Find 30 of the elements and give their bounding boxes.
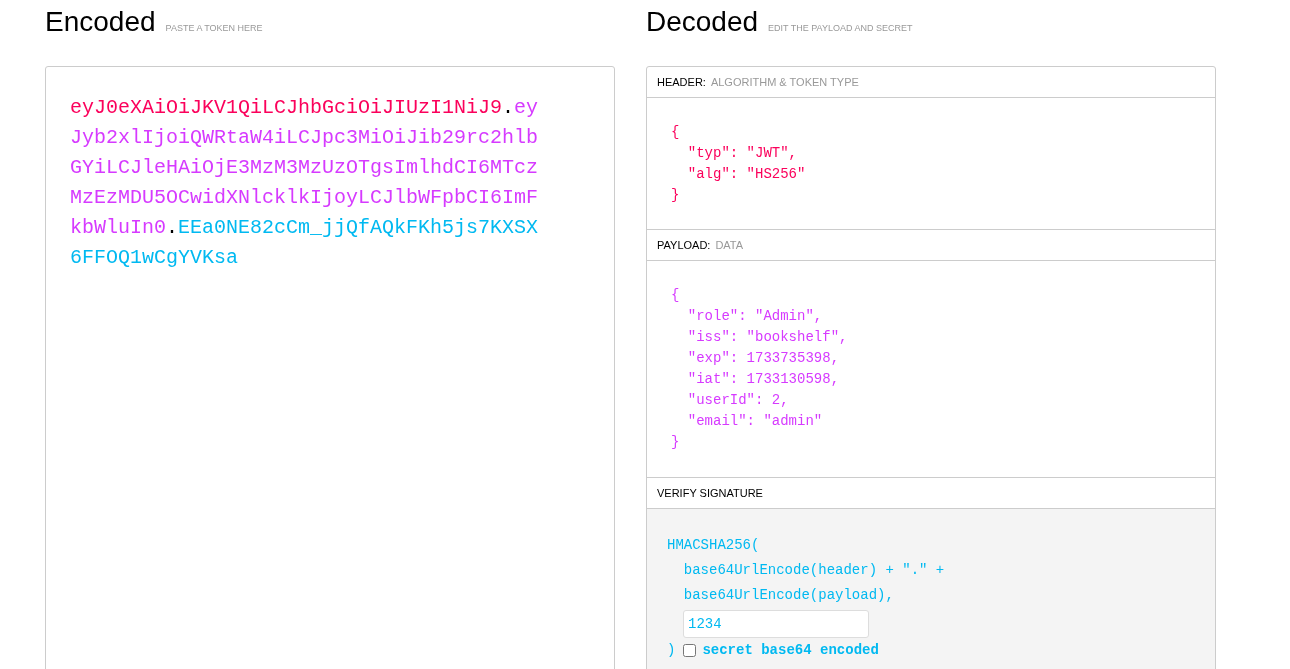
- payload-hint: DATA: [715, 239, 744, 251]
- decoded-subtitle: EDIT THE PAYLOAD AND SECRET: [768, 23, 913, 33]
- secret-field[interactable]: 1234: [683, 610, 869, 638]
- header-label: HEADER:: [657, 76, 706, 88]
- decoded-title: Decoded: [646, 6, 759, 38]
- code-line: base64UrlEncode(payload),: [682, 586, 894, 605]
- token-text: eyJ0eXAiOiJKV1QiLCJhbGciOiJIUzI1NiJ9.eyJyb2xlIjoiQWRtaW4iLCJpc3MiOiJib29rc2hlbGYiLCJleHAiOjE3MzM3MzUzOTgsImlhdCI6MTczMzEzMDU5OCwidXNlcklkIjoyLCJlbWFpbCI6ImFkbWluIn0.EEa0NE82cCm_jjQfAQkFKh5js7KXSX6FFOQ1wCgYVKsa: [70, 95, 540, 271]
- encoded-title: Encoded: [45, 6, 156, 38]
- code-line: }: [671, 433, 680, 452]
- code-line: {: [671, 286, 680, 305]
- base64-checkbox[interactable]: [683, 643, 697, 657]
- token-input[interactable]: [45, 66, 615, 669]
- code-line: "role": "Admin",: [686, 307, 823, 326]
- code-line: "alg": "HS256": [686, 165, 806, 184]
- checkbox-label[interactable]: secret base64 encoded: [702, 642, 879, 658]
- header-hint: ALGORITHM & TOKEN TYPE: [710, 76, 859, 88]
- code-line: base64UrlEncode(header) + "." +: [682, 561, 945, 580]
- code-line: HMACSHA256(: [667, 536, 760, 555]
- encoded-subtitle: PASTE A TOKEN HERE: [165, 23, 263, 33]
- code-line: "iat": 1733130598,: [686, 370, 840, 389]
- code-line: "email": "admin": [686, 412, 823, 431]
- signature-label: VERIFY SIGNATURE: [657, 487, 763, 499]
- code-line: ): [667, 642, 676, 658]
- code-line: "userId": 2,: [686, 391, 789, 410]
- code-line: "iss": "bookshelf",: [686, 328, 848, 347]
- code-line: "typ": "JWT",: [686, 144, 798, 163]
- code-line: }: [671, 186, 680, 205]
- code-line: {: [671, 123, 680, 142]
- payload-label: PAYLOAD:: [657, 239, 711, 251]
- code-line: "exp": 1733735398,: [686, 349, 840, 368]
